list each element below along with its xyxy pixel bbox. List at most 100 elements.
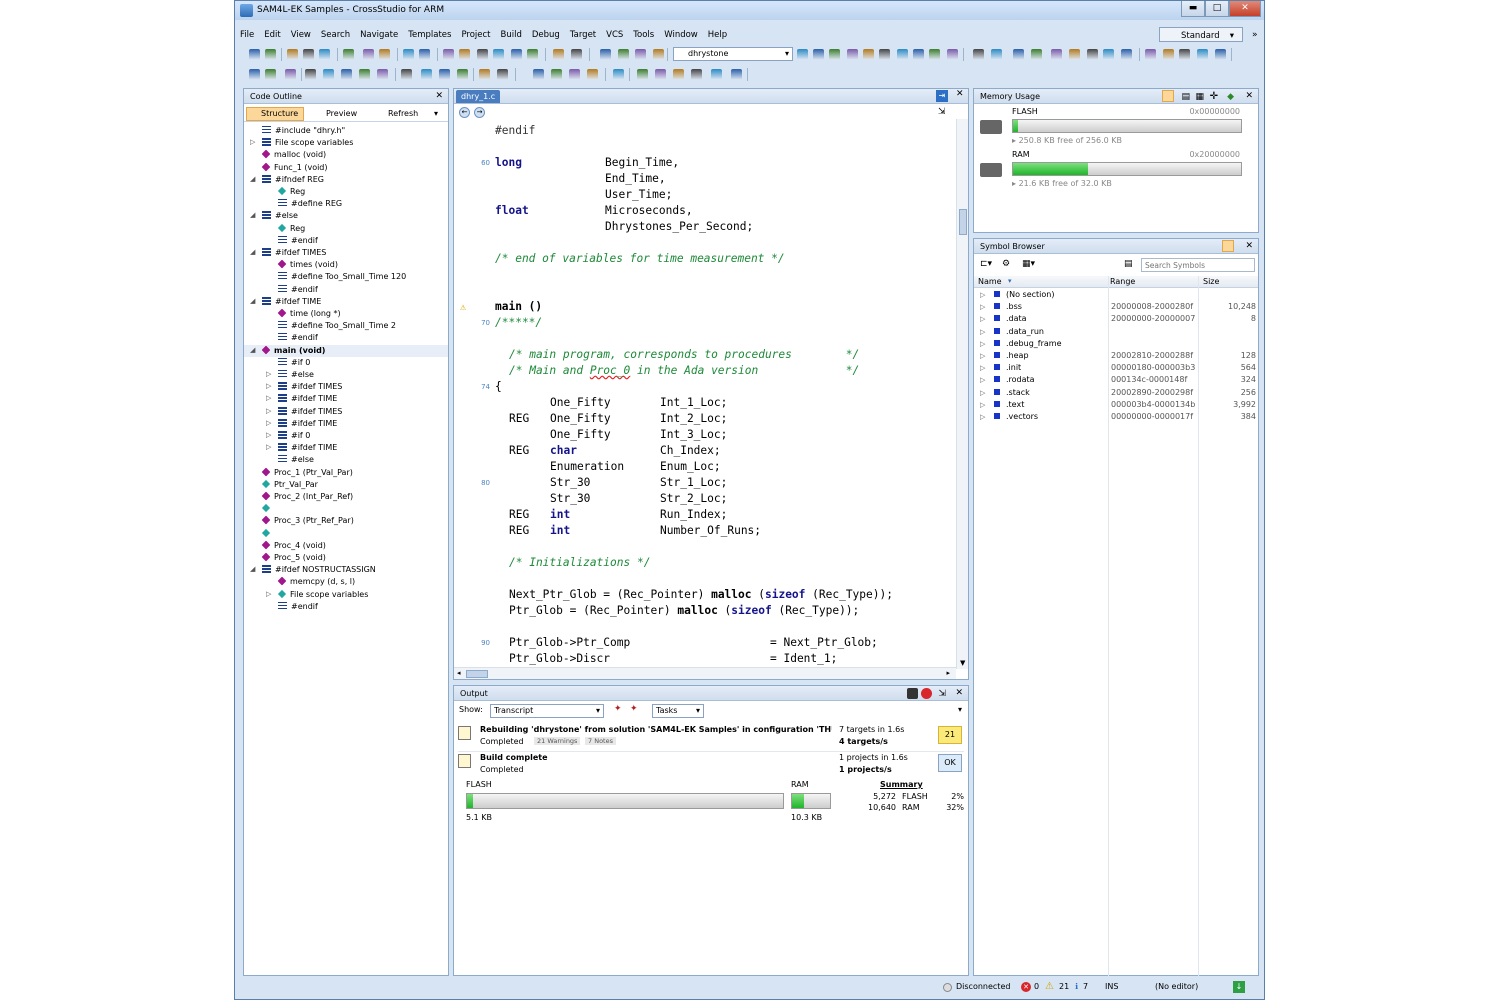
symbol-row[interactable]: ▷ .text 000003b4-0000134b 3,992 — [974, 399, 1258, 411]
outline-item[interactable]: Proc_2 (Int_Par_Ref) — [261, 491, 353, 502]
outline-item[interactable]: Ptr_Val_Par — [261, 479, 318, 490]
outline-item[interactable]: time (long *) — [277, 308, 341, 319]
outline-item[interactable]: #ifdef TIMES — [262, 247, 326, 258]
outline-item[interactable]: #ifndef REG — [262, 174, 324, 185]
step-into-icon[interactable] — [401, 69, 412, 80]
cut-icon[interactable] — [493, 49, 504, 60]
clear-icon[interactable] — [921, 688, 932, 699]
forward-icon[interactable]: → — [474, 107, 485, 118]
outline-item[interactable]: #else — [262, 210, 298, 221]
vertical-scrollbar[interactable]: ▼ — [956, 119, 968, 669]
paste-icon[interactable] — [527, 49, 538, 60]
outline-item[interactable]: #else — [278, 369, 314, 380]
delete-icon[interactable] — [847, 49, 858, 60]
symbol-row[interactable]: ▷ .rodata 000134c-0000148f 324 — [974, 374, 1258, 386]
collapse-icon[interactable]: ◢ — [250, 211, 255, 219]
ok-badge[interactable]: OK — [938, 754, 962, 772]
expand-icon[interactable]: ▷ — [980, 350, 985, 362]
pin-icon[interactable]: ⇥ — [936, 90, 948, 102]
scroll-thumb[interactable] — [466, 670, 488, 678]
menu-debug[interactable]: Debug — [527, 27, 565, 43]
breakpoint-icon[interactable] — [479, 69, 490, 80]
filter-icon[interactable]: ⚙ — [1002, 259, 1010, 269]
symbol-row[interactable]: ▷ .vectors 00000000-0000017f 384 — [974, 411, 1258, 423]
copy-icon[interactable] — [1215, 49, 1226, 60]
symbol-row[interactable]: ▷ .stack 20002890-2000298f 256 — [974, 387, 1258, 399]
symbol-row[interactable]: ▷ .data 20000000-20000007 8 — [974, 313, 1258, 325]
menu-search[interactable]: Search — [316, 27, 355, 43]
expand-icon[interactable]: ▷ — [980, 289, 985, 301]
breakpoint-icon[interactable] — [323, 69, 334, 80]
maximize-button[interactable]: □ — [1205, 1, 1229, 17]
tab-preview[interactable]: Preview — [312, 107, 357, 121]
clean-icon[interactable] — [929, 49, 940, 60]
memory-tag-icon[interactable]: ◆ — [1227, 90, 1234, 105]
step-over-icon[interactable] — [587, 69, 598, 80]
outline-item[interactable]: File scope variables — [277, 589, 368, 600]
run-icon[interactable] — [457, 69, 468, 80]
paste-icon[interactable] — [343, 49, 354, 60]
warnings-chip[interactable]: 21 Warnings — [534, 737, 581, 745]
find-icon[interactable] — [1103, 49, 1114, 60]
outline-item[interactable]: #ifdef TIME — [278, 442, 337, 453]
warning-count[interactable]: 21 — [1059, 979, 1069, 995]
menu-vcs[interactable]: VCS — [601, 27, 628, 43]
redo-icon[interactable] — [879, 49, 890, 60]
build-icon[interactable] — [600, 49, 611, 60]
symbol-row[interactable]: ▷ .data_run — [974, 326, 1258, 338]
print-icon[interactable] — [1179, 49, 1190, 60]
step-into-icon[interactable] — [731, 69, 742, 80]
collapse-icon[interactable]: ◢ — [250, 248, 255, 256]
print-icon[interactable] — [303, 49, 314, 60]
outline-item[interactable]: #define Too_Small_Time 120 — [278, 271, 406, 282]
outline-item[interactable]: #else — [278, 454, 314, 465]
outline-item[interactable]: #endif — [278, 332, 318, 343]
expand-icon[interactable]: ▷ — [266, 382, 271, 390]
save-icon[interactable] — [653, 49, 664, 60]
register-icon[interactable] — [377, 69, 388, 80]
step-into-icon[interactable] — [249, 69, 260, 80]
outline-item[interactable]: #ifdef TIMES — [278, 406, 342, 417]
chevron-down-icon[interactable]: ▾ — [434, 107, 438, 121]
flash-memory-bar[interactable] — [1012, 119, 1242, 133]
menu-view[interactable]: View — [286, 27, 316, 43]
col-range[interactable]: Range — [1110, 277, 1135, 286]
watch-icon[interactable] — [341, 69, 352, 80]
error-count[interactable]: 0 — [1034, 979, 1039, 995]
clean-icon[interactable] — [265, 49, 276, 60]
delete-icon[interactable] — [363, 49, 374, 60]
step-over-icon[interactable] — [421, 69, 432, 80]
columns-icon[interactable]: ▦▾ — [1022, 259, 1035, 269]
menu-window[interactable]: Window — [659, 27, 703, 43]
symbol-options-icon[interactable] — [1222, 240, 1234, 252]
output-options-icon[interactable] — [907, 688, 918, 699]
expand-icon[interactable]: ▷ — [980, 387, 985, 399]
outline-item[interactable]: Proc_1 (Ptr_Val_Par) — [261, 467, 353, 478]
copy-icon[interactable] — [1013, 49, 1024, 60]
scroll-left-icon[interactable]: ◂ — [457, 669, 461, 677]
undo-icon[interactable] — [379, 49, 390, 60]
outline-item[interactable]: #ifdef NOSTRUCTASSIGN — [262, 564, 376, 575]
outline-item[interactable]: #endif — [278, 284, 318, 295]
pin-icon[interactable]: ⇲ — [938, 687, 946, 702]
build-entry[interactable]: Build complete Completed 1 projects in 1… — [458, 752, 964, 778]
outline-item[interactable]: times (void) — [277, 259, 338, 270]
expand-icon[interactable]: ▷ — [266, 443, 271, 451]
breakpoint-icon[interactable] — [637, 69, 648, 80]
paste-icon[interactable] — [829, 49, 840, 60]
symbol-row[interactable]: ▷ .heap 20002810-2000288f 128 — [974, 350, 1258, 362]
save-icon[interactable] — [1163, 49, 1174, 60]
register-icon[interactable] — [691, 69, 702, 80]
layout-select[interactable]: Standard ▾ — [1159, 27, 1243, 42]
outline-item[interactable]: #ifdef TIME — [278, 393, 337, 404]
outline-item[interactable]: Proc_4 (void) — [261, 540, 326, 551]
menu-file[interactable]: File — [235, 27, 259, 43]
close-icon[interactable]: ✕ — [435, 89, 443, 104]
expand-icon[interactable]: ▷ — [266, 431, 271, 439]
open-icon[interactable] — [1145, 49, 1156, 60]
cut-icon[interactable] — [991, 49, 1002, 60]
build-icon[interactable] — [249, 49, 260, 60]
step-into-icon[interactable] — [569, 69, 580, 80]
menu-build[interactable]: Build — [496, 27, 527, 43]
outline-item[interactable]: #if 0 — [278, 430, 310, 441]
